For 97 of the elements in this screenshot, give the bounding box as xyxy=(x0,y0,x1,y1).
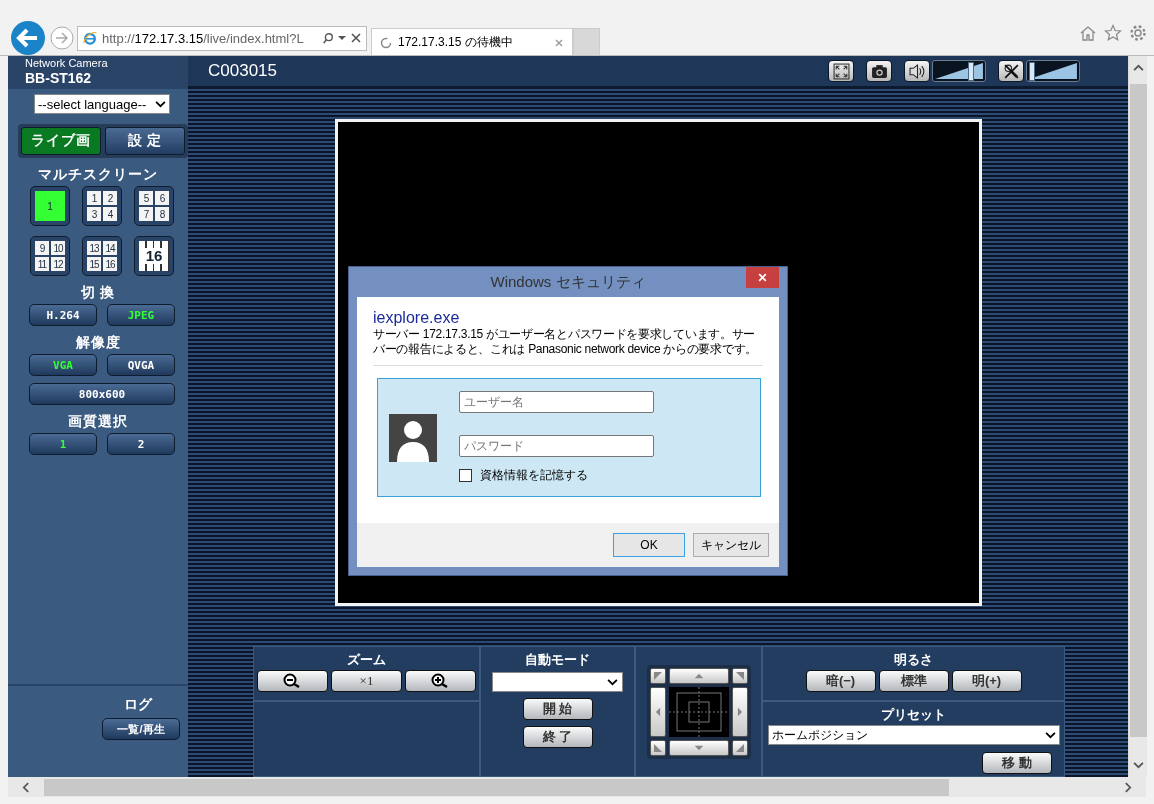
arrow-icon xyxy=(734,670,745,681)
remember-checkbox[interactable] xyxy=(459,469,472,482)
auto-mode-button[interactable]: 終 了 xyxy=(522,726,593,748)
scroll-up-icon[interactable] xyxy=(1132,64,1144,72)
down-left-button[interactable] xyxy=(649,739,666,756)
caret-icon xyxy=(1044,731,1056,739)
password-field[interactable]: パスワード xyxy=(459,435,654,457)
mode-tab[interactable]: ライブ画 xyxy=(21,127,101,155)
microphone-button[interactable] xyxy=(998,60,1024,82)
snapshot-button[interactable] xyxy=(866,60,892,82)
back-button[interactable] xyxy=(10,20,46,56)
checkbox-label: 資格情報を記憶する xyxy=(480,467,588,484)
speaker-icon xyxy=(908,62,926,80)
quality-button[interactable]: 2 xyxy=(107,433,175,455)
zoom-reset-button[interactable]: ×1 xyxy=(331,670,402,692)
multiscreen-button[interactable]: 16 xyxy=(134,236,174,276)
arrow-icon xyxy=(652,670,663,681)
multiscreen-button[interactable]: 1 2 3 4 xyxy=(82,186,122,226)
resolution-button[interactable]: 800x600 xyxy=(29,383,175,405)
address-url: http://172.17.3.15/live/index.html?L xyxy=(102,30,305,46)
section-title: 切 換 xyxy=(80,284,116,300)
section-title: プリセット xyxy=(881,707,946,722)
brightness-button[interactable]: 標準 xyxy=(878,670,949,692)
section-title: 解像度 xyxy=(75,334,121,350)
zoom-in-button[interactable] xyxy=(405,670,476,692)
multiscreen-button[interactable]: 9 10 11 12 xyxy=(30,236,70,276)
close-button[interactable] xyxy=(746,267,779,288)
scroll-down-icon[interactable] xyxy=(1132,761,1144,769)
loading-icon xyxy=(380,36,392,49)
dialog-message: サーバー 172.17.3.15 がユーザー名とパスワードを要求しています。サーバーの報告によると、これは Panasonic network device からの要求です。 xyxy=(373,327,763,366)
move-button[interactable]: 移 動 xyxy=(982,752,1052,774)
vertical-scrollbar[interactable] xyxy=(1128,56,1147,777)
section-title: 画質選択 xyxy=(68,413,128,429)
section-title: ログ xyxy=(124,696,152,714)
dialog-title: Windows セキュリティ xyxy=(490,272,646,292)
muted-microphone-icon xyxy=(1002,62,1020,80)
close-icon xyxy=(757,272,768,283)
microphone-slider[interactable] xyxy=(1026,60,1080,82)
brightness-button[interactable]: 暗(−) xyxy=(805,670,876,692)
right-button[interactable] xyxy=(731,686,748,737)
caret-icon xyxy=(155,100,166,108)
horizontal-scrollbar[interactable] xyxy=(8,777,1146,797)
home-icon[interactable] xyxy=(1079,24,1097,42)
multiscreen-button[interactable]: 5 6 7 8 xyxy=(134,186,174,226)
down-right-button[interactable] xyxy=(731,739,748,756)
quality-button[interactable]: 1 xyxy=(29,433,97,455)
model-name: BB-ST162 xyxy=(25,70,93,86)
left-button[interactable] xyxy=(649,686,666,737)
scroll-right-icon[interactable] xyxy=(1124,781,1132,793)
auto-mode-select[interactable] xyxy=(492,672,623,692)
arrow-icon xyxy=(734,742,745,753)
up-button[interactable] xyxy=(668,667,729,684)
caret-icon xyxy=(607,678,618,686)
resolution-button[interactable]: VGA xyxy=(29,354,97,376)
preset-select[interactable]: ホームポジション xyxy=(767,725,1060,745)
speaker-button[interactable] xyxy=(904,60,930,82)
down-button[interactable] xyxy=(668,739,729,756)
section-title: ズーム xyxy=(347,652,386,667)
scroll-left-icon[interactable] xyxy=(22,781,30,793)
camera-view-drawing xyxy=(668,686,729,737)
search-icon[interactable] xyxy=(322,32,334,44)
brightness-button[interactable]: 明(+) xyxy=(951,670,1022,692)
auto-mode-button[interactable]: 開 始 xyxy=(522,698,593,720)
fullscreen-icon xyxy=(832,62,850,80)
log-list-button[interactable]: 一覧/再生 xyxy=(102,718,180,740)
mode-tab[interactable]: 設 定 xyxy=(105,127,185,155)
camera-icon xyxy=(870,62,888,80)
resolution-button[interactable]: QVGA xyxy=(107,354,175,376)
browser-logo-icon xyxy=(82,30,98,46)
section-title: 自動モード xyxy=(525,652,590,667)
up-left-button[interactable] xyxy=(649,667,666,684)
arrow-icon xyxy=(652,742,663,753)
user-silhouette-icon xyxy=(389,413,437,462)
browser-tab[interactable]: 172.17.3.15 の待機中 xyxy=(371,28,573,56)
section-title: マルチスクリーン xyxy=(38,166,158,182)
settings-icon[interactable] xyxy=(1129,24,1147,42)
section-title: 明るさ xyxy=(894,652,933,667)
slider-thumb[interactable] xyxy=(1028,62,1035,81)
volume-slider[interactable] xyxy=(932,60,986,82)
zoom-out-button[interactable] xyxy=(257,670,328,692)
app-name: iexplore.exe xyxy=(373,309,461,327)
brand-label: Network Camera xyxy=(25,57,109,70)
codec-button[interactable]: JPEG xyxy=(107,304,175,326)
codec-button[interactable]: H.264 xyxy=(29,304,97,326)
dialog-button[interactable]: OK xyxy=(613,533,685,557)
slider-thumb[interactable] xyxy=(967,62,974,81)
up-right-button[interactable] xyxy=(731,667,748,684)
camera-title: C003015 xyxy=(208,61,277,81)
multiscreen-button[interactable]: 1 xyxy=(30,186,70,226)
close-icon[interactable] xyxy=(350,32,362,44)
multiscreen-button[interactable]: 13 14 15 16 xyxy=(82,236,122,276)
language-select[interactable]: --select language-- xyxy=(34,94,170,114)
address-bar[interactable]: http://172.17.3.15/live/index.html?L xyxy=(77,25,367,51)
dialog-button[interactable]: キャンセル xyxy=(693,533,769,557)
fullscreen-button[interactable] xyxy=(828,60,854,82)
star-icon[interactable] xyxy=(1104,24,1122,42)
username-field[interactable]: ユーザー名 xyxy=(459,391,654,413)
